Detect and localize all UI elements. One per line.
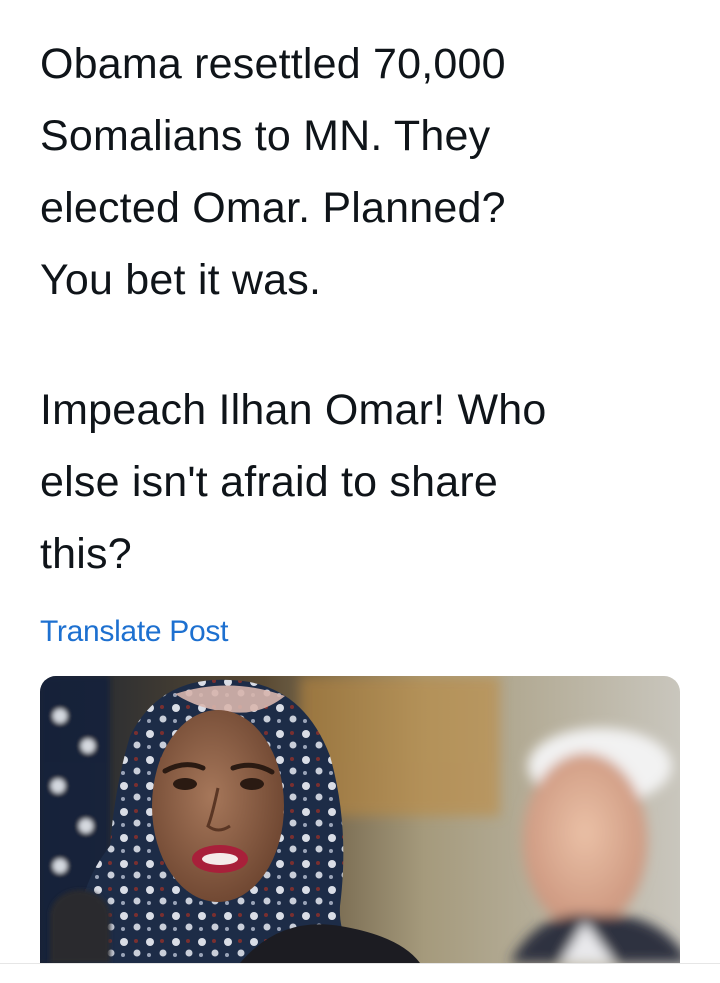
post-line: else isn't afraid to share [40, 458, 498, 506]
translate-post-link[interactable]: Translate Post [40, 612, 228, 652]
post-paragraph-1: Obama resettled 70,000 Somalians to MN. … [40, 28, 700, 316]
post-line: You bet it was. [40, 256, 322, 304]
post-media-image[interactable] [40, 676, 680, 963]
post-text: Obama resettled 70,000 Somalians to MN. … [40, 28, 700, 590]
post-paragraph-2: Impeach Ilhan Omar! Who else isn't afrai… [40, 374, 700, 590]
post: Obama resettled 70,000 Somalians to MN. … [0, 0, 720, 983]
post-line: elected Omar. Planned? [40, 184, 506, 232]
post-divider [0, 963, 720, 964]
photo-illustration [40, 676, 680, 963]
post-line: Obama resettled 70,000 [40, 40, 506, 88]
post-line: Somalians to MN. They [40, 112, 491, 160]
post-line: Impeach Ilhan Omar! Who [40, 386, 547, 434]
post-line: this? [40, 530, 132, 578]
